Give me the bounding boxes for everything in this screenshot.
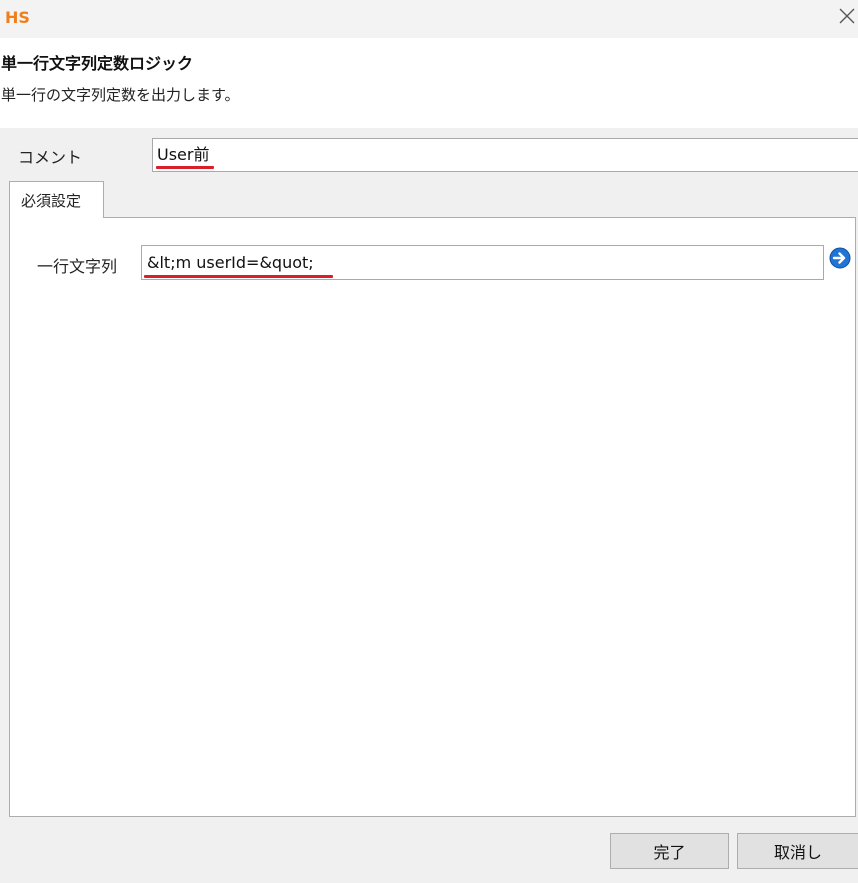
close-icon[interactable] — [836, 5, 858, 27]
logic-dialog: HS 単一行文字列定数ロジック 単一行の文字列定数を出力します。 コメント Us… — [0, 0, 858, 883]
title-bar: HS — [0, 0, 858, 38]
tab-label: 必須設定 — [21, 192, 82, 210]
string-annotation-underline — [144, 275, 333, 278]
comment-value: User前 — [157, 145, 210, 164]
app-logo: HS — [5, 8, 30, 27]
logic-title: 単一行文字列定数ロジック — [1, 54, 194, 73]
logic-description: 単一行の文字列定数を出力します。 — [1, 86, 240, 104]
ok-button[interactable]: 完了 — [610, 833, 729, 869]
comment-annotation-underline — [156, 166, 214, 169]
comment-input[interactable]: User前 — [152, 138, 858, 172]
required-settings-panel: 一行文字列 &lt;m userId=&quot; — [9, 217, 856, 817]
string-label: 一行文字列 — [37, 257, 118, 276]
header-area: 単一行文字列定数ロジック 単一行の文字列定数を出力します。 — [0, 38, 858, 128]
string-value: &lt;m userId=&quot; — [147, 253, 314, 272]
comment-label: コメント — [18, 148, 83, 167]
arrow-right-circle-icon[interactable] — [829, 247, 851, 269]
cancel-button[interactable]: 取消し — [737, 833, 858, 869]
tab-required-settings[interactable]: 必須設定 — [9, 181, 104, 218]
